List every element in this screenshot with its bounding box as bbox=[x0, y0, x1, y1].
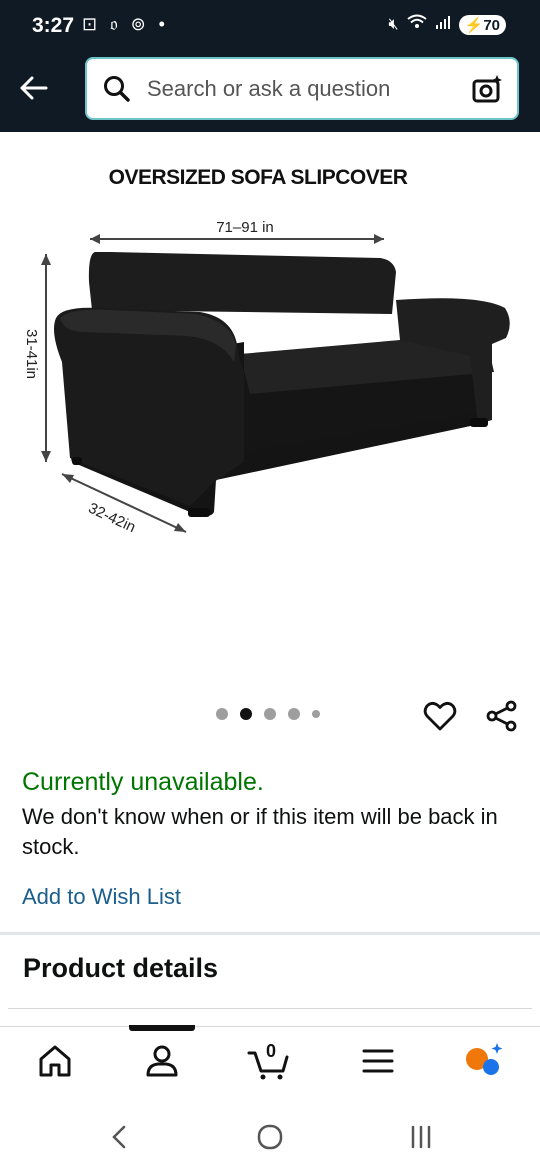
active-tab-indicator bbox=[129, 1025, 195, 1031]
back-button[interactable] bbox=[16, 70, 52, 106]
wishlist-heart-button[interactable] bbox=[422, 698, 458, 734]
carousel-dot[interactable] bbox=[240, 708, 252, 720]
battery-level: 70 bbox=[483, 16, 500, 34]
share-button[interactable] bbox=[484, 698, 520, 734]
system-status-icons: 🔇︎ ⚡70 bbox=[389, 14, 506, 35]
status-time: 3:27 bbox=[32, 14, 75, 37]
battery-indicator: ⚡70 bbox=[458, 14, 506, 35]
availability-status: Currently unavailable. bbox=[22, 768, 264, 796]
header bbox=[0, 54, 540, 132]
product-image-title: OVERSIZED SOFA SLIPCOVER bbox=[109, 166, 408, 189]
add-to-wish-list-link[interactable]: Add to Wish List bbox=[22, 884, 181, 910]
section-divider bbox=[0, 932, 540, 935]
width-dimension-label: 71–91 in bbox=[216, 219, 274, 236]
user-icon bbox=[146, 1045, 178, 1077]
status-bar: 3:27 ⊡ 𝔬 ⊚ • 🔇︎ ⚡70 bbox=[0, 0, 540, 54]
home-circle-icon bbox=[257, 1124, 283, 1150]
camera-search-icon[interactable] bbox=[471, 73, 503, 105]
menu-icon bbox=[362, 1049, 394, 1073]
notification-icons: ⊡ 𝔬 ⊚ • bbox=[82, 14, 169, 34]
nav-cart[interactable]: 0 bbox=[247, 1041, 293, 1081]
cart-count: 0 bbox=[266, 1041, 277, 1061]
sofa-illustration bbox=[54, 252, 510, 517]
mute-icon: 🔇︎ bbox=[388, 15, 399, 33]
image-carousel-dots[interactable] bbox=[216, 708, 320, 720]
search-input[interactable] bbox=[147, 59, 447, 118]
search-icon bbox=[104, 76, 130, 102]
carousel-dot[interactable] bbox=[216, 708, 228, 720]
home-icon bbox=[39, 1045, 71, 1077]
system-recents-button[interactable] bbox=[404, 1120, 438, 1154]
divider bbox=[8, 1008, 532, 1009]
carousel-dot[interactable] bbox=[312, 710, 320, 718]
search-bar[interactable] bbox=[85, 57, 519, 120]
carousel-dot[interactable] bbox=[288, 708, 300, 720]
recents-icon bbox=[411, 1125, 431, 1149]
arrow-left-icon bbox=[20, 76, 48, 100]
bottom-nav: 0 bbox=[0, 1025, 540, 1105]
system-back-button[interactable] bbox=[102, 1120, 136, 1154]
nav-home[interactable] bbox=[35, 1041, 75, 1081]
carousel-dot[interactable] bbox=[264, 708, 276, 720]
chevron-left-icon bbox=[112, 1125, 126, 1149]
system-home-button[interactable] bbox=[253, 1120, 287, 1154]
nav-account[interactable] bbox=[142, 1041, 182, 1081]
height-dimension-label: 31-41in bbox=[23, 329, 40, 379]
product-details-heading[interactable]: Product details bbox=[23, 953, 218, 984]
rufus-ai-icon bbox=[466, 1043, 503, 1075]
height-dimension-arrow bbox=[41, 254, 51, 462]
wifi-icon bbox=[407, 14, 427, 35]
stock-note: We don't know when or if this item will … bbox=[22, 804, 498, 859]
product-image[interactable]: OVERSIZED SOFA SLIPCOVER 71–91 in 31-41i… bbox=[0, 132, 540, 692]
nav-menu[interactable] bbox=[358, 1041, 398, 1081]
share-icon bbox=[486, 700, 517, 732]
nav-rufus-ai[interactable] bbox=[464, 1041, 504, 1081]
system-nav-bar bbox=[0, 1104, 540, 1170]
heart-icon bbox=[423, 701, 457, 731]
signal-icon bbox=[435, 14, 451, 35]
